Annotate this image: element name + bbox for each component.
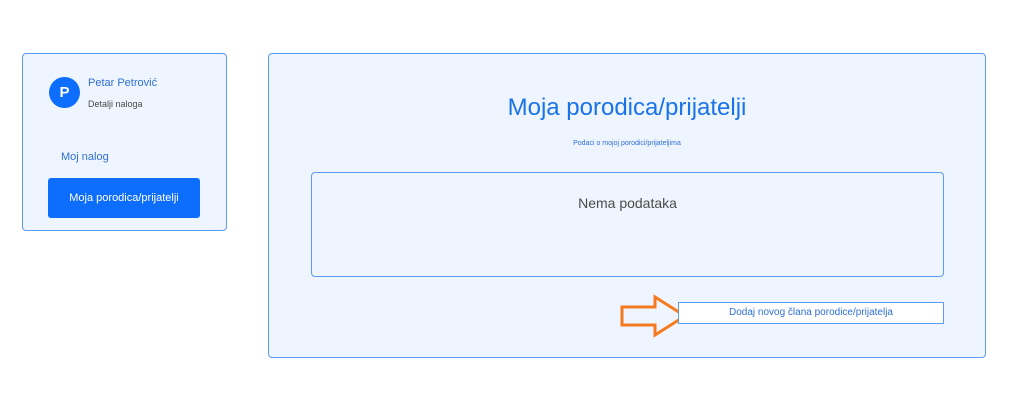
page-title: Moja porodica/prijatelji <box>507 94 747 121</box>
main-panel: Moja porodica/prijatelji Podaci o mojoj … <box>268 53 986 358</box>
page-subtitle: Podaci o mojoj porodici/prijateljima <box>573 140 681 147</box>
user-name: Petar Petrović <box>88 77 158 89</box>
sidebar-item-family-friends[interactable]: Moja porodica/prijatelji <box>48 178 200 218</box>
family-list-box: Nema podataka <box>311 172 944 277</box>
avatar: P <box>49 77 80 108</box>
account-details-label: Detalji naloga <box>88 99 143 109</box>
sidebar-item-my-account[interactable]: Moj nalog <box>61 151 109 163</box>
empty-state-message: Nema podataka <box>578 195 677 211</box>
add-family-member-button[interactable]: Dodaj novog člana porodice/prijatelja <box>678 302 944 324</box>
account-sidebar: P Petar Petrović Detalji naloga Moj nalo… <box>22 53 227 231</box>
